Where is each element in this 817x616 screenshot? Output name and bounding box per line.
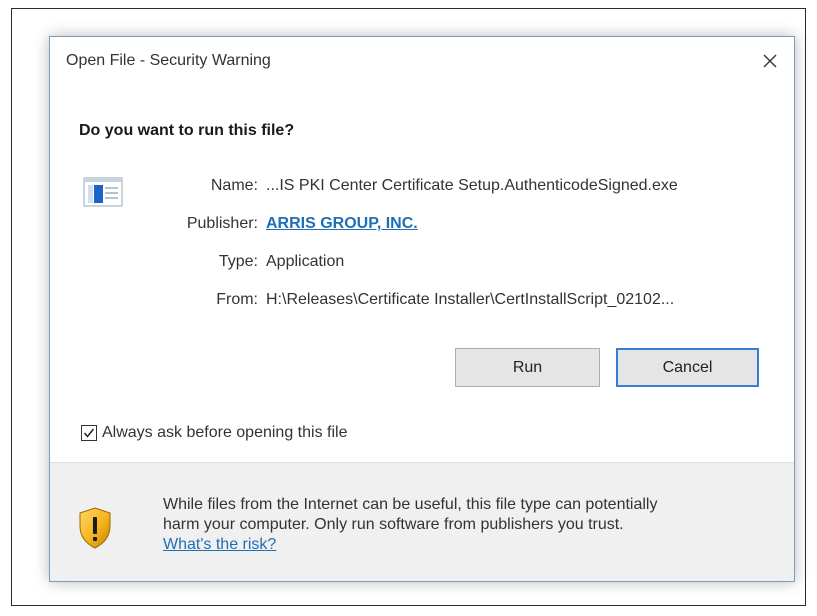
whats-the-risk-link[interactable]: What's the risk? [163, 536, 276, 553]
type-label: Type: [218, 253, 258, 270]
name-row: Name: ...IS PKI Center Certificate Setup… [50, 177, 678, 195]
dialog-title: Open File - Security Warning [66, 52, 271, 69]
type-row: Type: Application [50, 253, 344, 271]
name-value: ...IS PKI Center Certificate Setup.Authe… [266, 177, 678, 194]
name-label: Name: [210, 177, 258, 194]
title-bar: Open File - Security Warning [50, 37, 794, 87]
from-row: From: H:\Releases\Certificate Installer\… [50, 291, 674, 309]
publisher-row: Publisher: ARRIS GROUP, INC. [50, 215, 418, 233]
publisher-link[interactable]: ARRIS GROUP, INC. [266, 215, 418, 233]
always-ask-label: Always ask before opening this file [102, 424, 348, 441]
from-label: From: [216, 291, 258, 308]
warning-footer: While files from the Internet can be use… [50, 462, 794, 581]
run-button[interactable]: Run [455, 348, 600, 387]
warning-message: While files from the Internet can be use… [163, 495, 773, 555]
dialog-body: Do you want to run this file? Name: ...I… [50, 87, 794, 462]
security-warning-dialog: Open File - Security Warning Do you want… [49, 36, 795, 582]
close-button[interactable] [752, 43, 788, 79]
close-icon [763, 54, 777, 68]
warning-line-2: harm your computer. Only run software fr… [163, 516, 624, 533]
warning-line-1: While files from the Internet can be use… [163, 496, 658, 513]
from-value: H:\Releases\Certificate Installer\CertIn… [266, 291, 675, 308]
always-ask-checkbox[interactable] [81, 425, 97, 441]
shield-warning-icon [79, 507, 111, 549]
type-value: Application [266, 253, 345, 270]
cancel-button[interactable]: Cancel [616, 348, 759, 387]
publisher-label: Publisher: [186, 215, 258, 232]
checkmark-icon [83, 428, 95, 438]
always-ask-row: Always ask before opening this file [81, 424, 347, 442]
dialog-question: Do you want to run this file? [79, 122, 295, 139]
